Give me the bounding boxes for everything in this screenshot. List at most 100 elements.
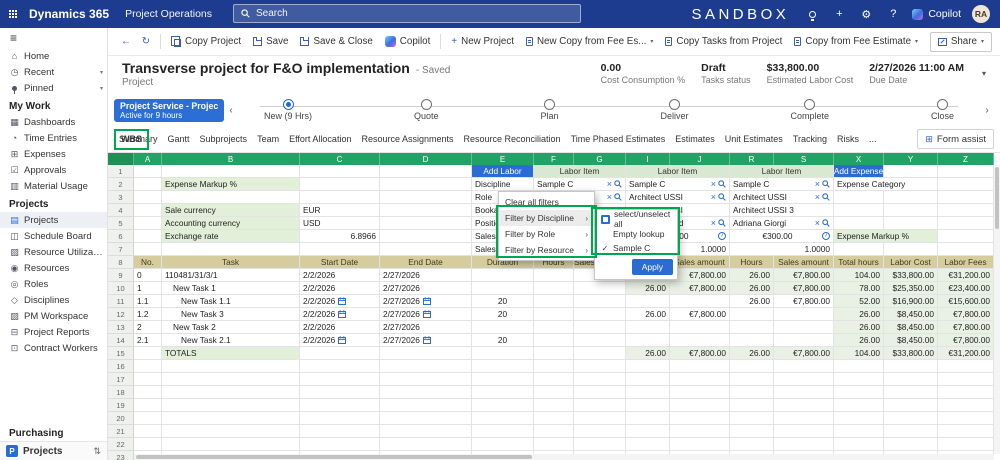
cell-I16[interactable] [626, 360, 670, 373]
sidebar-item-roles[interactable]: ◎Roles [0, 276, 107, 292]
cell-E15[interactable] [472, 347, 534, 360]
submenu-item-empty-lookup[interactable]: Empty lookup [595, 227, 677, 242]
cell-D15[interactable] [380, 347, 472, 360]
copy-tasks-from-project-button[interactable]: Copy Tasks from Project [659, 30, 788, 54]
cell-S8[interactable]: Sales amount [774, 256, 834, 269]
cell-Z5[interactable] [938, 217, 994, 230]
cell-Z2[interactable] [938, 178, 994, 191]
copilot-button[interactable]: Copilot [379, 30, 437, 54]
cell-A4[interactable] [134, 204, 162, 217]
bpf-process-tag[interactable]: Project Service - Project ... Active for… [114, 99, 224, 122]
column-header-Z[interactable]: Z [938, 153, 994, 165]
cell-C10[interactable]: 2/2/2026 [300, 282, 380, 295]
cell-Z17[interactable] [938, 373, 994, 386]
cell-S19[interactable] [774, 399, 834, 412]
cell-J10[interactable]: €7,800.00 [670, 282, 730, 295]
cell-F9[interactable] [534, 269, 574, 282]
cell-Y22[interactable] [884, 438, 938, 451]
cell-X4[interactable] [834, 204, 884, 217]
cell-Z11[interactable]: €15,600.00 [938, 295, 994, 308]
cell-S17[interactable] [774, 373, 834, 386]
clear-lookup-icon[interactable]: × [607, 192, 612, 202]
cell-G16[interactable] [574, 360, 626, 373]
row-header-12[interactable]: 12 [108, 308, 134, 321]
cell-A17[interactable] [134, 373, 162, 386]
cell-A5[interactable] [134, 217, 162, 230]
cell-Y15[interactable]: $33,800.00 [884, 347, 938, 360]
cell-G19[interactable] [574, 399, 626, 412]
cell-F11[interactable] [534, 295, 574, 308]
user-avatar[interactable]: RA [972, 5, 990, 23]
cell-J9[interactable]: €7,800.00 [670, 269, 730, 282]
cell-S22[interactable] [774, 438, 834, 451]
cell-E14[interactable]: 20 [472, 334, 534, 347]
lookup-search-icon[interactable] [822, 193, 830, 201]
settings-button[interactable]: ⚙ [858, 6, 874, 22]
cell-I11[interactable] [626, 295, 670, 308]
cell-E19[interactable] [472, 399, 534, 412]
cell-B6[interactable]: Exchange rate [162, 230, 300, 243]
lookup-search-icon[interactable] [718, 180, 726, 188]
cell-I21[interactable] [626, 425, 670, 438]
cell-D17[interactable] [380, 373, 472, 386]
cell-I1[interactable]: Labor Item [626, 165, 730, 178]
cell-B13[interactable]: New Task 2 [162, 321, 300, 334]
cell-D20[interactable] [380, 412, 472, 425]
cell-E18[interactable] [472, 386, 534, 399]
cell-B12[interactable]: New Task 3 [162, 308, 300, 321]
cell-X18[interactable] [834, 386, 884, 399]
refresh-button[interactable]: ↻ [136, 32, 156, 52]
cell-F2[interactable]: Sample C× [534, 178, 626, 191]
cell-E12[interactable]: 20 [472, 308, 534, 321]
cell-R12[interactable] [730, 308, 774, 321]
clear-lookup-icon[interactable]: × [711, 192, 716, 202]
cell-D16[interactable] [380, 360, 472, 373]
cell-E17[interactable] [472, 373, 534, 386]
cell-I17[interactable] [626, 373, 670, 386]
bpf-scroll-left-button[interactable]: ‹ [224, 105, 238, 116]
cell-J13[interactable] [670, 321, 730, 334]
cell-C7[interactable] [300, 243, 380, 256]
cell-B14[interactable]: New Task 2.1 [162, 334, 300, 347]
cell-J8[interactable]: Sales amount [670, 256, 730, 269]
column-header-R[interactable]: R [730, 153, 774, 165]
cell-R20[interactable] [730, 412, 774, 425]
sidebar-item-expenses[interactable]: ⊞Expenses [0, 146, 107, 162]
share-button[interactable]: Share ▾ [930, 32, 992, 52]
cell-X20[interactable] [834, 412, 884, 425]
cell-A16[interactable] [134, 360, 162, 373]
tab-time-phased-estimates[interactable]: Time Phased Estimates [566, 129, 671, 150]
cell-J17[interactable] [670, 373, 730, 386]
cell-I12[interactable]: 26.00 [626, 308, 670, 321]
tab-team[interactable]: Team [252, 129, 284, 150]
cell-F12[interactable] [534, 308, 574, 321]
cell-C8[interactable]: Start Date [300, 256, 380, 269]
cell-Z3[interactable] [938, 191, 994, 204]
bpf-stage-complete[interactable]: Complete [790, 99, 829, 121]
cell-F14[interactable] [534, 334, 574, 347]
cell-X6[interactable]: Expense Markup % [834, 230, 938, 243]
cell-D21[interactable] [380, 425, 472, 438]
horizontal-scrollbar[interactable] [134, 454, 994, 460]
clear-lookup-icon[interactable]: × [607, 179, 612, 189]
copilot-button[interactable]: Copilot [912, 8, 961, 20]
cell-E22[interactable] [472, 438, 534, 451]
cell-J15[interactable]: €7,800.00 [670, 347, 730, 360]
cell-A12[interactable]: 1.2 [134, 308, 162, 321]
cell-G17[interactable] [574, 373, 626, 386]
cell-R13[interactable] [730, 321, 774, 334]
cell-X5[interactable] [834, 217, 884, 230]
cell-X12[interactable]: 26.00 [834, 308, 884, 321]
cell-A9[interactable]: 0 [134, 269, 162, 282]
menu-item-filter-by-discipline[interactable]: Filter by Discipline› [499, 210, 594, 226]
lightbulb-button[interactable] [804, 6, 820, 22]
cell-A22[interactable] [134, 438, 162, 451]
cell-E9[interactable] [472, 269, 534, 282]
row-header-8[interactable]: 8 [108, 256, 134, 269]
cell-B18[interactable] [162, 386, 300, 399]
cell-X7[interactable] [834, 243, 884, 256]
cell-D3[interactable] [380, 191, 472, 204]
sidebar-item-resources[interactable]: ◉Resources [0, 260, 107, 276]
sidebar-item-disciplines[interactable]: ◇Disciplines [0, 292, 107, 308]
cell-G14[interactable] [574, 334, 626, 347]
